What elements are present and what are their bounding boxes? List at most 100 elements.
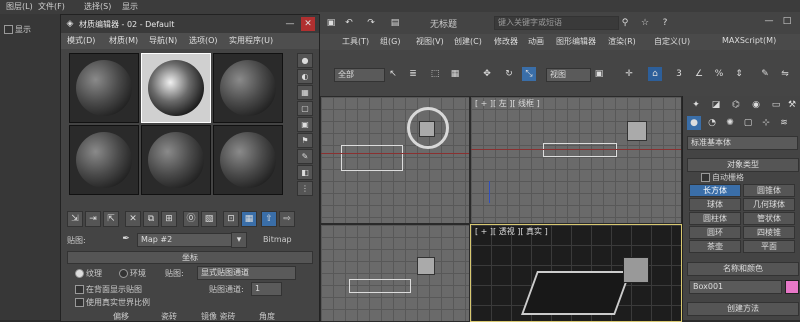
window-crossing-icon[interactable]: ▦ — [448, 67, 462, 81]
background-icon[interactable]: ▦ — [297, 85, 313, 100]
box-button[interactable]: 长方体 — [689, 184, 741, 197]
spacewarps-icon[interactable]: ≋ — [777, 116, 791, 130]
menu-navigation[interactable]: 导航(N) — [149, 35, 177, 46]
reset-map-icon[interactable]: ✕ — [125, 211, 141, 227]
geosphere-button[interactable]: 几何球体 — [743, 198, 795, 211]
material-slot-6[interactable] — [213, 125, 283, 195]
lights-icon[interactable]: ✺ — [723, 116, 737, 130]
menu-group[interactable]: 组(G) — [380, 36, 400, 47]
menu-display[interactable]: 显示 — [122, 1, 138, 12]
material-slot-3[interactable] — [213, 53, 283, 123]
video-color-icon[interactable]: ▣ — [297, 117, 313, 132]
rect-selection-icon[interactable]: ⬚ — [428, 67, 442, 81]
shapes-icon[interactable]: ◔ — [705, 116, 719, 130]
menu-rendering[interactable]: 渲染(R) — [608, 36, 636, 47]
menu-select[interactable]: 选择(S) — [84, 1, 111, 12]
environ-radio[interactable]: 环境 — [119, 268, 146, 279]
select-object-icon[interactable]: ↖ — [386, 67, 400, 81]
material-slot-1[interactable] — [69, 53, 139, 123]
menu-modifiers[interactable]: 修改器 — [494, 36, 518, 47]
cameras-icon[interactable]: ▢ — [741, 116, 755, 130]
display-tab-icon[interactable]: ▭ — [769, 98, 783, 112]
hierarchy-tab-icon[interactable]: ⌬ — [729, 98, 743, 112]
make-unique-icon[interactable]: ⧉ — [143, 211, 159, 227]
map-type-button[interactable]: Bitmap — [263, 235, 292, 244]
select-by-name-icon[interactable]: ≣ — [406, 67, 420, 81]
texture-radio[interactable]: 纹理 — [75, 268, 102, 279]
app-logo-icon[interactable]: ▣ — [324, 16, 338, 30]
menu-tools[interactable]: 工具(T) — [342, 36, 369, 47]
menu-animation[interactable]: 动画 — [528, 36, 544, 47]
plane-button[interactable]: 平面 — [743, 240, 795, 253]
menu-options[interactable]: 选项(O) — [189, 35, 218, 46]
get-material-icon[interactable]: ⇲ — [67, 211, 83, 227]
options-icon[interactable]: ✎ — [297, 149, 313, 164]
menu-modes[interactable]: 模式(D) — [67, 35, 95, 46]
coordinates-rollout[interactable]: 坐标 — [67, 251, 313, 264]
search-icon[interactable]: ⚲ — [618, 16, 632, 30]
name-color-rollout[interactable]: 名称和颜色 — [687, 262, 799, 276]
named-selection-icon[interactable]: ✎ — [758, 67, 772, 81]
viewport-top[interactable] — [320, 96, 470, 224]
material-slot-2[interactable] — [141, 53, 211, 123]
maximize-icon[interactable]: □ — [780, 14, 794, 28]
backlight-icon[interactable]: ◐ — [297, 69, 313, 84]
viewport-left-label[interactable]: [ + ][ 左 ][ 线框 ] — [475, 98, 540, 109]
search-input[interactable]: 键入关键字或短语 — [494, 16, 619, 30]
mirror-icon[interactable]: ⇋ — [778, 67, 792, 81]
minimize-icon[interactable]: — — [762, 14, 776, 28]
creation-method-rollout[interactable]: 创建方法 — [687, 302, 799, 316]
geometry-icon[interactable]: ● — [687, 116, 701, 130]
redo-icon[interactable]: ↷ — [364, 16, 378, 30]
select-manipulate-icon[interactable]: ✛ — [622, 67, 636, 81]
object-name-field[interactable]: Box001 — [689, 280, 782, 294]
menu-graph-editors[interactable]: 图形编辑器 — [556, 36, 596, 47]
selection-filter-dropdown[interactable]: 全部 — [334, 68, 385, 82]
show-end-result-icon[interactable]: ⊡ — [223, 211, 239, 227]
real-world-checkbox[interactable]: 使用真实世界比例 — [75, 297, 150, 308]
go-forward-sibling-icon[interactable]: ⇨ — [279, 211, 295, 227]
save-icon[interactable]: ▤ — [388, 16, 402, 30]
show-shaded-icon[interactable]: ▧ — [201, 211, 217, 227]
viewport-left[interactable]: [ + ][ 左 ][ 线框 ] — [470, 96, 682, 224]
display-toggle[interactable]: 显示 — [4, 24, 31, 35]
map-dropdown-icon[interactable]: ▾ — [231, 232, 247, 248]
reference-coord-dropdown[interactable]: 视图 — [546, 68, 591, 82]
menu-material[interactable]: 材质(M) — [109, 35, 138, 46]
viewport-persp-label[interactable]: [ + ][ 透视 ][ 真实 ] — [475, 226, 548, 237]
scale-icon[interactable]: ⤡ — [522, 67, 536, 81]
modify-tab-icon[interactable]: ◪ — [709, 98, 723, 112]
menu-views[interactable]: 视图(V) — [416, 36, 444, 47]
object-color-swatch[interactable] — [785, 280, 799, 294]
category-dropdown[interactable]: 标准基本体 — [687, 136, 798, 150]
menu-create[interactable]: 创建(C) — [454, 36, 482, 47]
rotate-icon[interactable]: ↻ — [502, 67, 516, 81]
teapot-button[interactable]: 茶壶 — [689, 240, 741, 253]
menu-maxscript[interactable]: MAXScript(M) — [722, 36, 776, 45]
show-map-in-viewport-icon[interactable]: ▦ — [241, 211, 257, 227]
map-channel-spinner[interactable]: 1 — [251, 282, 282, 296]
cone-button[interactable]: 圆锥体 — [743, 184, 795, 197]
sample-type-icon[interactable]: ● — [297, 53, 313, 68]
material-slot-4[interactable] — [69, 125, 139, 195]
pivot-icon[interactable]: ▣ — [592, 67, 606, 81]
helpers-icon[interactable]: ⊹ — [759, 116, 773, 130]
torus-button[interactable]: 圆环 — [689, 226, 741, 239]
snap-toggle-icon[interactable]: 3 — [672, 67, 686, 81]
menu-layer[interactable]: 图层(L) — [6, 1, 33, 12]
motion-tab-icon[interactable]: ◉ — [749, 98, 763, 112]
close-icon[interactable]: ✕ — [301, 17, 315, 31]
autogrid-checkbox[interactable]: 自动栅格 — [701, 172, 744, 183]
pick-material-eyedropper-icon[interactable]: ✒ — [119, 232, 133, 246]
help-icon[interactable]: ? — [658, 16, 672, 30]
create-tab-icon[interactable]: ✦ — [689, 98, 703, 112]
object-type-rollout[interactable]: 对象类型 — [687, 158, 799, 172]
favorites-icon[interactable]: ☆ — [638, 16, 652, 30]
utilities-tab-icon[interactable]: ⚒ — [785, 98, 799, 112]
tube-button[interactable]: 管状体 — [743, 212, 795, 225]
show-map-back-checkbox[interactable]: 在背面显示贴图 — [75, 284, 142, 295]
angle-snap-icon[interactable]: ∠ — [692, 67, 706, 81]
put-to-library-icon[interactable]: ⊞ — [161, 211, 177, 227]
uv-tiling-icon[interactable]: ▢ — [297, 101, 313, 116]
percent-snap-icon[interactable]: % — [712, 67, 726, 81]
